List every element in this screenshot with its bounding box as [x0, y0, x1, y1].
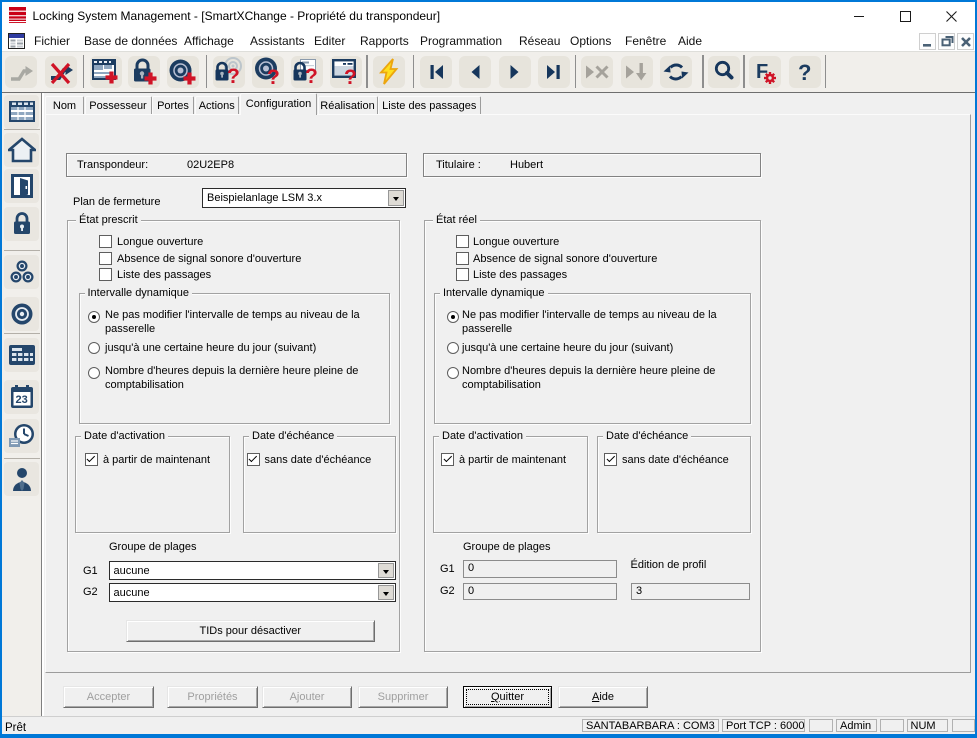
- svg-text:?: ?: [227, 65, 240, 87]
- svg-text:23: 23: [15, 394, 27, 406]
- svg-text:?: ?: [798, 60, 811, 85]
- svg-text:?: ?: [267, 66, 280, 87]
- svg-text:?: ?: [344, 66, 357, 87]
- svg-text:?: ?: [305, 65, 318, 87]
